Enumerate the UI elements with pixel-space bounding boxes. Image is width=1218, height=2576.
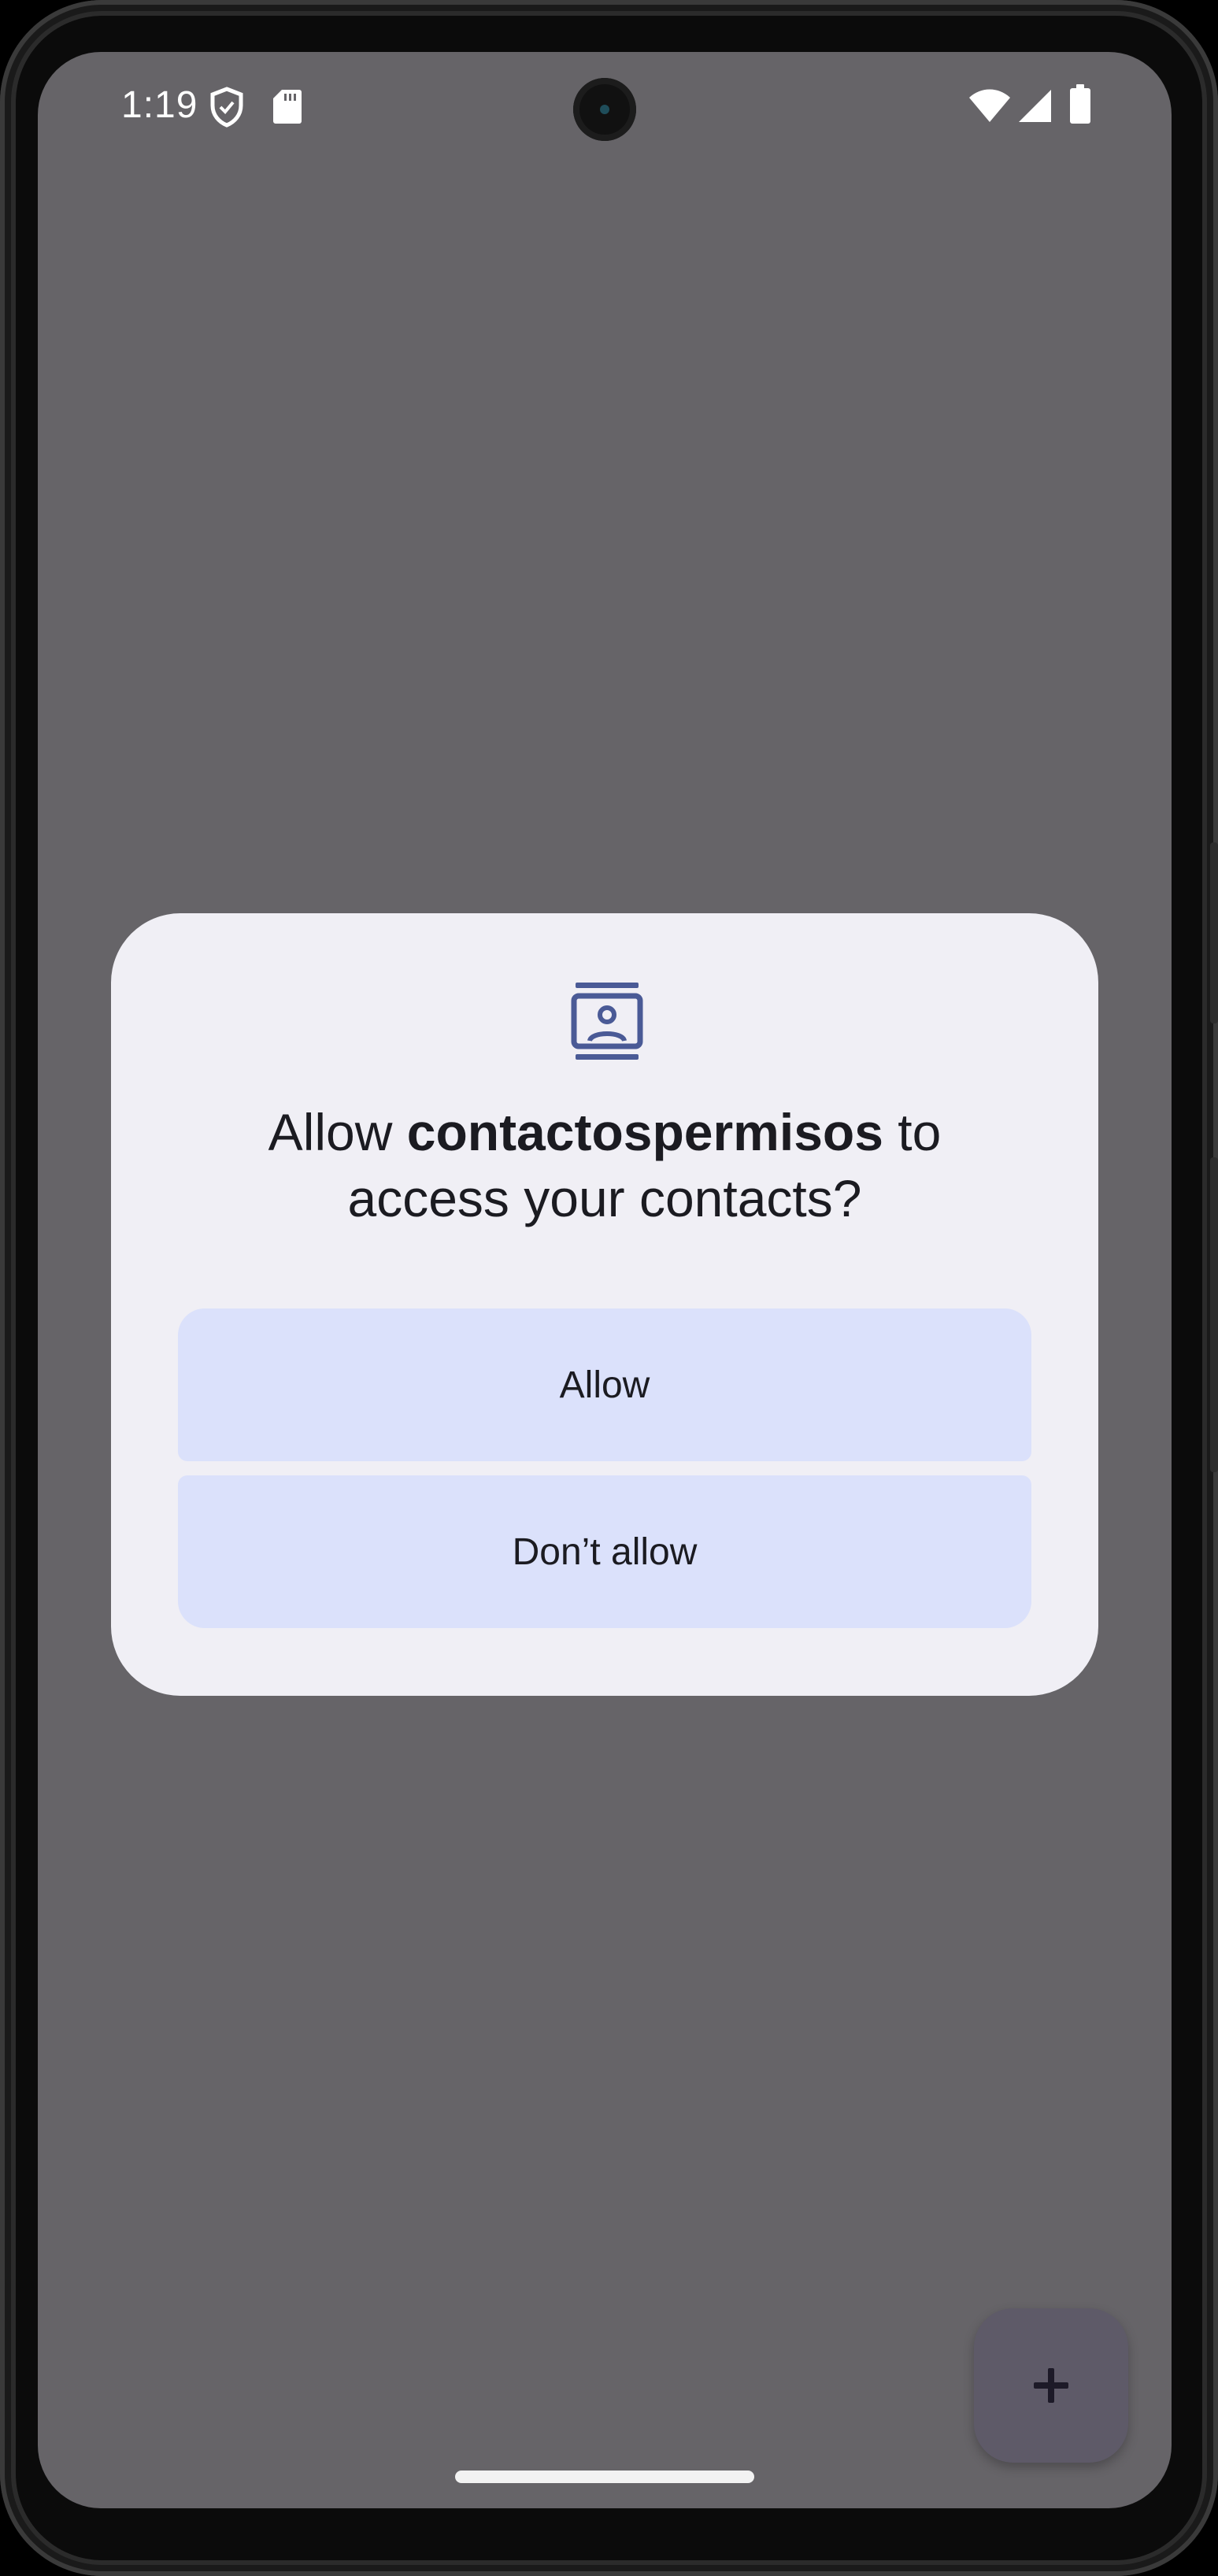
cellular-signal-icon xyxy=(1019,90,1051,122)
battery-icon xyxy=(1070,84,1090,124)
plus-icon xyxy=(1034,2368,1068,2403)
title-suffix: to xyxy=(883,1103,942,1161)
title-prefix: Allow xyxy=(268,1103,407,1161)
volume-button xyxy=(1210,1157,1218,1472)
status-time: 1:19 xyxy=(121,84,198,126)
wifi-icon xyxy=(969,89,1010,122)
dialog-title: Allow contactospermisos to access your c… xyxy=(158,1099,1051,1231)
dont-allow-button-label: Don’t allow xyxy=(512,1530,698,1573)
add-fab-button[interactable] xyxy=(974,2308,1128,2463)
permission-dialog: Allow contactospermisos to access your c… xyxy=(111,913,1098,1696)
front-camera xyxy=(573,78,636,141)
sd-card-icon xyxy=(273,90,302,124)
contacts-icon xyxy=(571,983,643,1060)
status-bar: 1:19 xyxy=(38,52,1172,170)
home-indicator[interactable] xyxy=(455,2471,754,2483)
allow-button[interactable]: Allow xyxy=(178,1308,1031,1461)
power-button xyxy=(1210,842,1218,1023)
dont-allow-button[interactable]: Don’t allow xyxy=(178,1475,1031,1628)
phone-frame: 1:19 Allow contactospermisos to access y… xyxy=(0,0,1218,2576)
app-name: contactospermisos xyxy=(406,1103,883,1161)
allow-button-label: Allow xyxy=(559,1364,650,1406)
screen: 1:19 Allow contactospermisos to access y… xyxy=(38,52,1172,2508)
title-line-2: access your contacts? xyxy=(347,1169,862,1227)
shield-icon xyxy=(210,87,243,128)
